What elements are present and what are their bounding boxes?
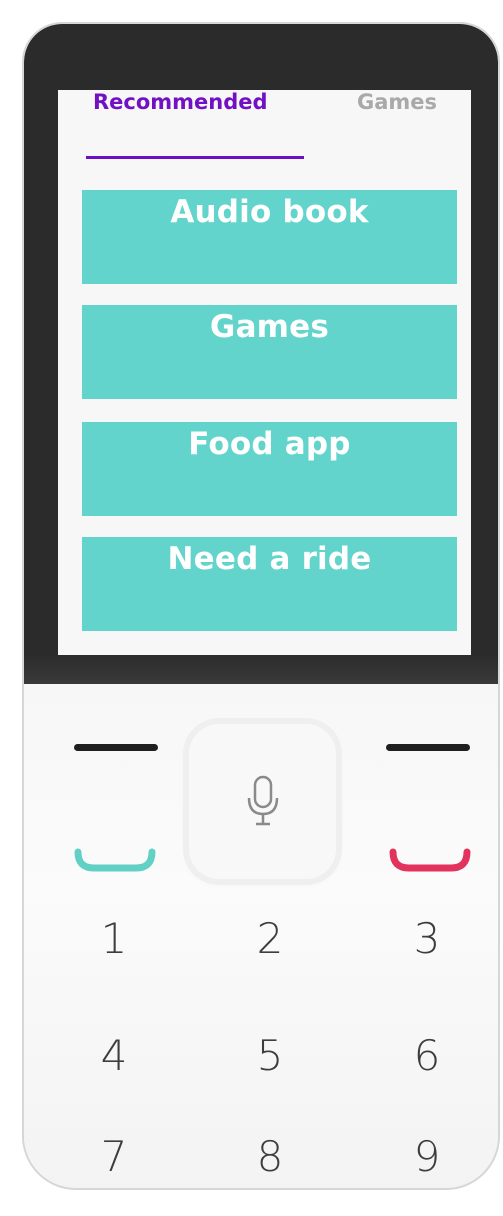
microphone-icon [247, 775, 278, 825]
key-4[interactable]: 4 [84, 1031, 144, 1080]
key-1[interactable]: 1 [84, 914, 144, 963]
tab-games[interactable]: Games [357, 90, 437, 114]
card-label: Audio book [170, 194, 369, 230]
key-8[interactable]: 8 [240, 1132, 300, 1181]
card-food-app[interactable]: Food app [82, 422, 457, 516]
card-need-a-ride[interactable]: Need a ride [82, 537, 457, 631]
key-5[interactable]: 5 [240, 1031, 300, 1080]
phone-device: Recommended Games Audio book Games Food … [22, 22, 500, 1190]
call-accept-button[interactable] [74, 848, 156, 874]
key-2[interactable]: 2 [240, 914, 300, 963]
phone-body: Recommended Games Audio book Games Food … [22, 22, 500, 1190]
left-soft-key[interactable] [74, 744, 158, 751]
active-tab-indicator [86, 156, 304, 159]
call-end-button[interactable] [389, 848, 471, 874]
call-end-icon [389, 848, 471, 872]
tab-bar: Recommended Games [58, 90, 471, 190]
card-label: Need a ride [167, 541, 372, 577]
key-7[interactable]: 7 [84, 1132, 144, 1181]
card-label: Games [209, 309, 330, 345]
card-games[interactable]: Games [82, 305, 457, 399]
key-9[interactable]: 9 [397, 1132, 457, 1181]
key-6[interactable]: 6 [397, 1031, 457, 1080]
right-soft-key[interactable] [386, 744, 470, 751]
key-3[interactable]: 3 [397, 914, 457, 963]
card-label: Food app [188, 426, 351, 462]
card-audio-book[interactable]: Audio book [82, 190, 457, 284]
phone-screen: Recommended Games Audio book Games Food … [58, 90, 471, 655]
tab-recommended[interactable]: Recommended [93, 90, 268, 114]
microphone-button[interactable] [189, 724, 336, 879]
call-accept-icon [74, 848, 156, 872]
